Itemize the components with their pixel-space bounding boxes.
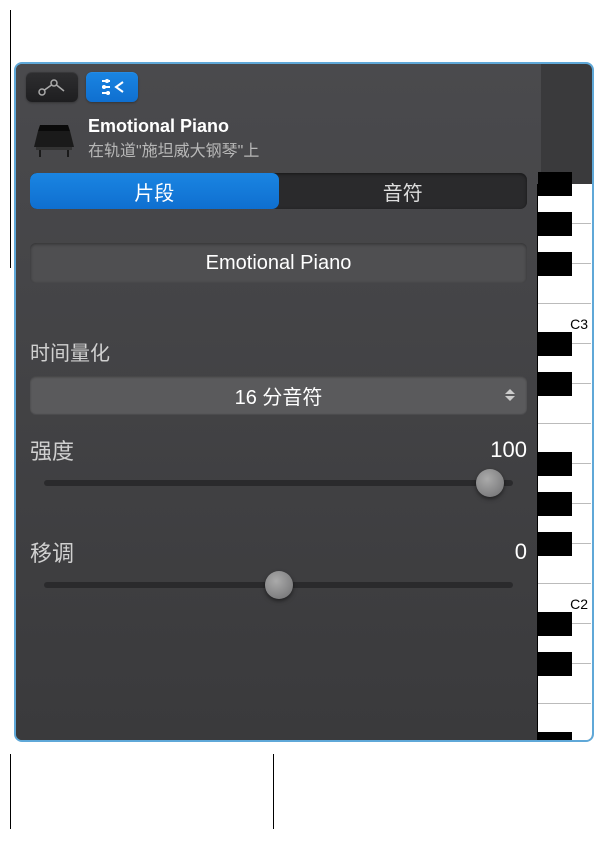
transpose-label: 移调: [30, 536, 74, 568]
strength-value: 100: [490, 437, 527, 463]
black-key[interactable]: [538, 452, 572, 476]
callout-line: [10, 10, 11, 268]
tab-region[interactable]: 片段: [30, 173, 279, 209]
region-notes-tabs: 片段 音符: [30, 173, 527, 209]
black-key[interactable]: [538, 372, 572, 396]
black-key[interactable]: [538, 332, 572, 356]
black-key[interactable]: [538, 532, 572, 556]
black-key[interactable]: [538, 612, 572, 636]
black-key[interactable]: [538, 652, 572, 676]
black-key[interactable]: [538, 732, 572, 742]
track-subtitle: 在轨道"施坦威大钢琴"上: [88, 137, 259, 161]
callout-line: [273, 754, 274, 829]
tab-notes[interactable]: 音符: [279, 173, 528, 209]
piano-keyboard[interactable]: C3 C2: [537, 184, 592, 742]
track-info: Emotional Piano 在轨道"施坦威大钢琴"上: [88, 116, 259, 161]
track-header: Emotional Piano 在轨道"施坦威大钢琴"上: [26, 116, 531, 173]
transpose-slider[interactable]: [44, 582, 513, 588]
region-name-input[interactable]: [30, 243, 527, 283]
strength-slider[interactable]: [44, 480, 513, 486]
black-key[interactable]: [538, 212, 572, 236]
region-inspector-button[interactable]: [86, 72, 138, 102]
editor-panel: Emotional Piano 在轨道"施坦威大钢琴"上 片段 音符 时间量化 …: [14, 62, 594, 742]
transpose-thumb[interactable]: [265, 571, 293, 599]
main-panel: Emotional Piano 在轨道"施坦威大钢琴"上 片段 音符 时间量化 …: [16, 64, 541, 740]
transpose-group: 移调 0: [30, 536, 527, 588]
strength-thumb[interactable]: [476, 469, 504, 497]
quantize-dropdown[interactable]: 16 分音符: [30, 376, 527, 414]
piano-icon: [30, 121, 76, 157]
black-key[interactable]: [538, 172, 572, 196]
automation-view-button[interactable]: [26, 72, 78, 102]
black-key[interactable]: [538, 492, 572, 516]
quantize-label: 时间量化: [30, 337, 527, 366]
black-key[interactable]: [538, 252, 572, 276]
transpose-value: 0: [515, 539, 527, 565]
quantize-value: 16 分音符: [235, 381, 323, 410]
region-name-wrap: [30, 243, 527, 283]
dropdown-arrows-icon: [505, 389, 515, 401]
track-title: Emotional Piano: [88, 116, 259, 137]
strength-group: 强度 100: [30, 434, 527, 486]
top-toolbar: [26, 72, 531, 102]
callout-line: [10, 754, 11, 829]
strength-label: 强度: [30, 434, 74, 466]
